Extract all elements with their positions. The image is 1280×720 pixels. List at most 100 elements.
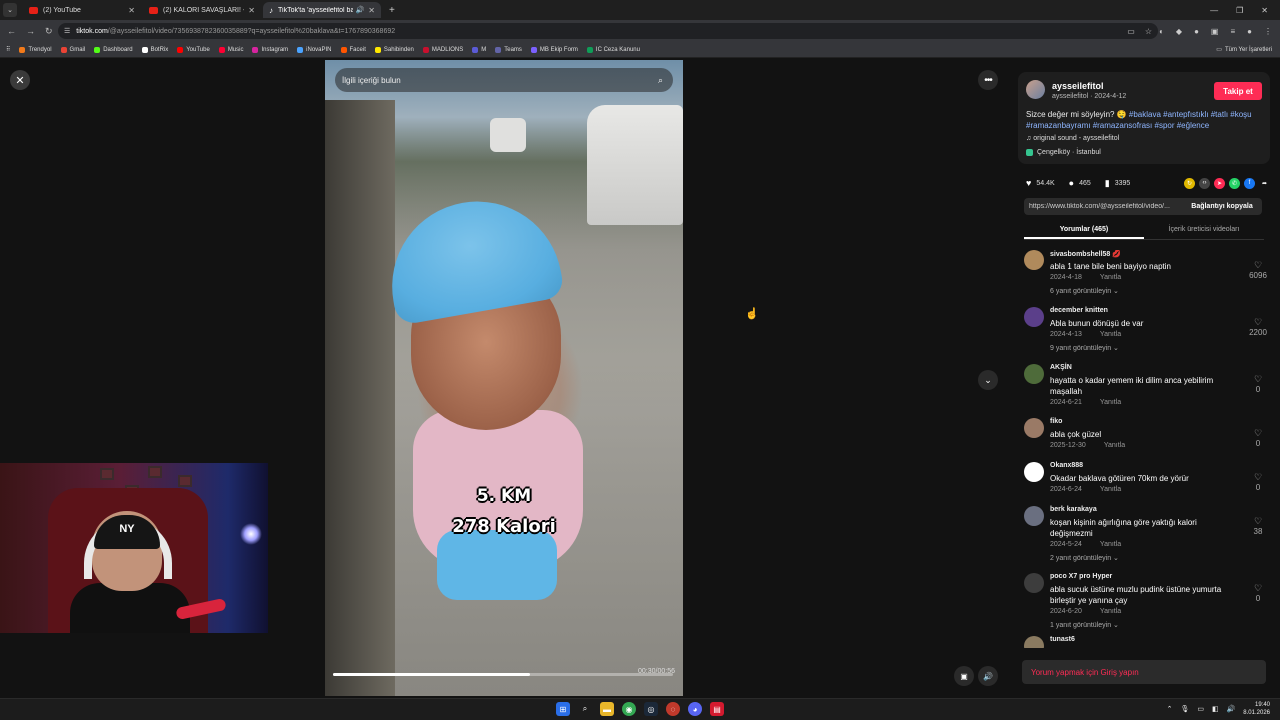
comment-like-button[interactable]: ♡ 6096 bbox=[1246, 260, 1270, 280]
avatar[interactable] bbox=[1024, 307, 1044, 327]
system-clock[interactable]: 19:40 8.01.2026 bbox=[1243, 701, 1270, 717]
bookmark-music[interactable]: Music bbox=[218, 46, 243, 53]
bookmark-trendyol[interactable]: Trendyol bbox=[19, 46, 52, 53]
comment-username[interactable]: tunast6 bbox=[1050, 636, 1075, 643]
view-replies-button[interactable]: 9 yanıt görüntüleyin ⌄ bbox=[1050, 344, 1119, 352]
whatsapp-icon[interactable]: ✆ bbox=[1229, 177, 1240, 189]
reply-button[interactable]: Yanıtla bbox=[1100, 331, 1121, 338]
streaming-app-icon[interactable]: ▤ bbox=[710, 702, 724, 716]
playlist-icon[interactable]: ≡ bbox=[1230, 27, 1235, 36]
chevron-up-icon[interactable]: ⌃ bbox=[1167, 705, 1173, 713]
share-icon[interactable]: ➦ bbox=[1259, 178, 1270, 189]
audio-playing-icon[interactable]: 🔊 bbox=[356, 6, 365, 14]
search-icon[interactable]: ⌕ bbox=[658, 75, 663, 86]
url-field[interactable]: ☰ tiktok.com/@aysseilefitol/video/735693… bbox=[58, 23, 1158, 39]
comment-username[interactable]: sivasbombshell58 💋 bbox=[1050, 250, 1121, 258]
copy-link-button[interactable]: Bağlantıyı kopyala bbox=[1182, 203, 1262, 210]
bookmark-ic-ceza-kanunu[interactable]: IC Ceza Kanunu bbox=[586, 46, 640, 53]
tab-close-icon[interactable]: ✕ bbox=[368, 6, 375, 15]
comment-login-prompt[interactable]: Yorum yapmak için Giriş yapın bbox=[1022, 660, 1266, 684]
comment-username[interactable]: december knitten bbox=[1050, 307, 1108, 314]
tab-close-icon[interactable]: ✕ bbox=[248, 6, 255, 15]
follow-button[interactable]: Takip et bbox=[1214, 82, 1262, 100]
bookmark-m[interactable]: M bbox=[472, 46, 486, 53]
comment-username[interactable]: berk karakaya bbox=[1050, 506, 1097, 513]
send-icon[interactable]: ➤ bbox=[1214, 177, 1225, 189]
bookmark-instagram[interactable]: Instagram bbox=[252, 46, 288, 53]
close-window-icon[interactable]: ✕ bbox=[1261, 6, 1268, 15]
tab-close-icon[interactable]: ✕ bbox=[128, 6, 135, 15]
bookmark-madlions[interactable]: MADLIONS bbox=[422, 46, 463, 53]
browser-tab-tiktok[interactable]: ♪ TikTok'ta 'aysseilefitol bakla 🔊 ✕ bbox=[263, 2, 381, 18]
sound-link[interactable]: ♫ original sound - aysseilefitol bbox=[1026, 135, 1119, 142]
back-icon[interactable]: ← bbox=[7, 26, 16, 36]
browser-tab-kalori[interactable]: (2) KALORİ SAVAŞLARI! - YouTu ✕ bbox=[143, 2, 261, 18]
author-username[interactable]: aysseilefitol bbox=[1052, 81, 1104, 91]
reply-button[interactable]: Yanıtla bbox=[1100, 274, 1121, 281]
bookmark-sahibinden[interactable]: Sahibinden bbox=[374, 46, 414, 53]
repost-icon[interactable]: ↻ bbox=[1184, 177, 1195, 189]
new-tab-button[interactable]: + bbox=[389, 5, 395, 16]
save-button[interactable]: ▮ 3395 bbox=[1105, 178, 1131, 189]
all-bookmarks[interactable]: ▭ Tüm Yer İşaretleri bbox=[1216, 46, 1272, 54]
microphone-icon[interactable]: 🎙 bbox=[1180, 705, 1189, 713]
site-info-icon[interactable]: ☰ bbox=[64, 27, 70, 35]
reply-button[interactable]: Yanıtla bbox=[1104, 442, 1125, 449]
puzzle-icon[interactable]: ▣ bbox=[1211, 27, 1219, 36]
view-replies-button[interactable]: 6 yanıt görüntüleyin ⌄ bbox=[1050, 287, 1119, 295]
volume-button[interactable]: 🔊 bbox=[978, 666, 998, 686]
chrome-icon[interactable]: ◉ bbox=[622, 702, 636, 716]
maximize-icon[interactable]: ❐ bbox=[1236, 6, 1243, 15]
comment-like-button[interactable]: ♡ 0 bbox=[1246, 374, 1270, 394]
discord-icon[interactable]: ◕ bbox=[688, 702, 702, 716]
avatar[interactable] bbox=[1024, 506, 1044, 526]
display-icon[interactable]: ▭ bbox=[1197, 705, 1204, 713]
location-link[interactable]: Çengelköy · İstanbul bbox=[1026, 149, 1101, 156]
bookmark-teams[interactable]: Teams bbox=[495, 46, 522, 53]
kebab-menu-icon[interactable]: ⋮ bbox=[1264, 27, 1272, 36]
comment-username[interactable]: poco X7 pro Hyper bbox=[1050, 573, 1112, 580]
shield-icon[interactable]: ◆ bbox=[1176, 27, 1182, 36]
reply-button[interactable]: Yanıtla bbox=[1100, 399, 1121, 406]
reload-icon[interactable]: ↻ bbox=[45, 26, 53, 37]
close-video-button[interactable]: ✕ bbox=[10, 70, 30, 90]
comment-like-button[interactable]: ♡ 0 bbox=[1246, 583, 1270, 603]
cast-icon[interactable]: ▭ bbox=[1127, 27, 1135, 36]
next-video-button[interactable]: ⌄ bbox=[978, 370, 998, 390]
comment-username[interactable]: fiko bbox=[1050, 418, 1062, 425]
comment-like-button[interactable]: ♡ 2200 bbox=[1246, 317, 1270, 337]
related-search-input[interactable]: İlgili içeriği bulun ⌕ bbox=[335, 68, 673, 92]
picture-in-picture-button[interactable]: ▣ bbox=[954, 666, 974, 686]
avatar[interactable] bbox=[1024, 250, 1044, 270]
bookmark-botrix[interactable]: BotRix bbox=[141, 46, 168, 53]
comment-username[interactable]: AKŞİN bbox=[1050, 364, 1072, 371]
video-progress-bar[interactable] bbox=[333, 673, 673, 676]
avatar[interactable] bbox=[1024, 418, 1044, 438]
reply-button[interactable]: Yanıtla bbox=[1100, 541, 1121, 548]
facebook-icon[interactable]: f bbox=[1244, 177, 1255, 189]
bookmark-star-icon[interactable]: ☆ bbox=[1145, 27, 1152, 36]
bookmark-inovapin[interactable]: iNovaPIN bbox=[297, 46, 332, 53]
bookmark-mb-ekip-form[interactable]: MB Ekip Form bbox=[530, 46, 578, 53]
tab-comments[interactable]: Yorumlar (465) bbox=[1024, 222, 1144, 239]
comment-button[interactable]: ● 465 bbox=[1069, 178, 1091, 188]
comment-like-button[interactable]: ♡ 0 bbox=[1246, 428, 1270, 448]
avatar[interactable]: ● bbox=[1247, 27, 1252, 36]
video-link-url[interactable]: https://www.tiktok.com/@aysseilefitol/vi… bbox=[1024, 203, 1182, 210]
bookmark-youtube[interactable]: YouTube bbox=[177, 46, 210, 53]
view-replies-button[interactable]: 2 yanıt görüntüleyin ⌄ bbox=[1050, 554, 1119, 562]
more-options-button[interactable]: ••• bbox=[978, 70, 998, 90]
tab-search-button[interactable]: ⌄ bbox=[3, 3, 17, 17]
comment-like-button[interactable]: ♡ 38 bbox=[1246, 516, 1270, 536]
comment-username[interactable]: Okanx888 bbox=[1050, 462, 1083, 469]
avatar[interactable] bbox=[1024, 573, 1044, 593]
video-player[interactable]: İlgili içeriği bulun ⌕ 5. KM 278 Kalori … bbox=[325, 60, 683, 696]
windows-start-icon[interactable]: ⊞ bbox=[556, 702, 570, 716]
network-icon[interactable]: ◧ bbox=[1212, 705, 1219, 713]
app-icon[interactable]: ◌ bbox=[666, 702, 680, 716]
reply-button[interactable]: Yanıtla bbox=[1100, 486, 1121, 493]
file-explorer-icon[interactable]: ▬ bbox=[600, 702, 614, 716]
browser-tab-youtube[interactable]: (2) YouTube ✕ bbox=[23, 2, 141, 18]
bookmark-dashboard[interactable]: Dashboard bbox=[94, 46, 133, 53]
reply-button[interactable]: Yanıtla bbox=[1100, 608, 1121, 615]
